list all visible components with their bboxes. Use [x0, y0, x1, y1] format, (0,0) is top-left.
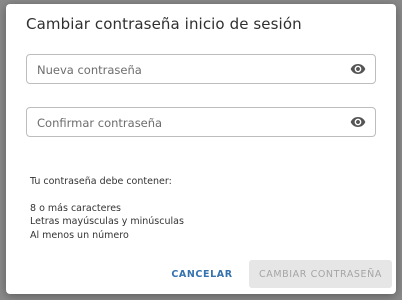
requirement-item: Letras mayúsculas y minúsculas — [30, 216, 184, 227]
requirement-item: Al menos un número — [30, 229, 129, 241]
requirements-intro: Tu contraseña debe contener: — [30, 176, 172, 187]
confirm-password-input[interactable] — [35, 108, 339, 138]
cancel-button[interactable]: CANCELAR — [166, 260, 238, 288]
new-password-field-container — [26, 54, 376, 85]
new-password-input[interactable] — [35, 55, 339, 85]
eye-icon[interactable] — [349, 61, 367, 77]
confirm-password-field-container — [26, 107, 376, 138]
dialog-title: Cambiar contraseña inicio de sesión — [26, 15, 302, 33]
eye-icon[interactable] — [349, 114, 367, 130]
change-password-dialog: Cambiar contraseña inicio de sesión Tu c… — [6, 4, 396, 294]
change-password-button[interactable]: CAMBIAR CONTRASEÑA — [249, 260, 392, 288]
requirement-item: 8 o más caracteres — [30, 202, 121, 214]
password-requirements: Tu contraseña debe contener: 8 o más car… — [30, 175, 184, 242]
